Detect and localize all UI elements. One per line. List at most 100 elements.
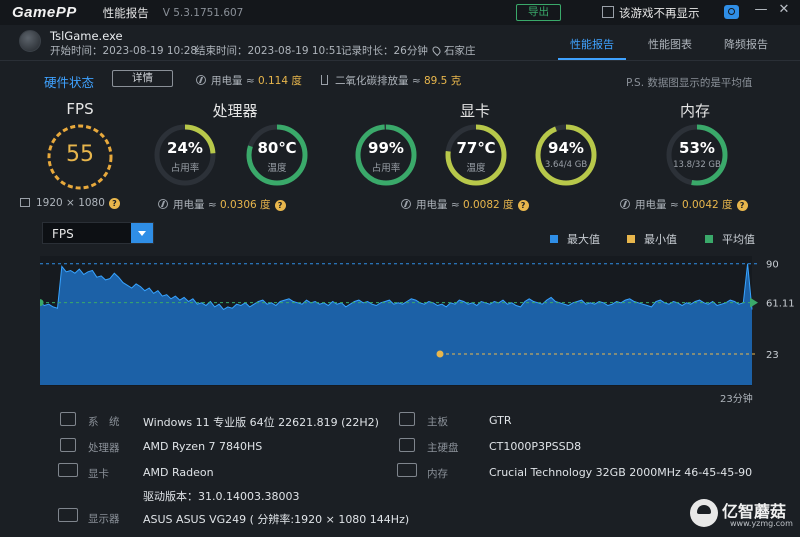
help-icon[interactable]: ? (517, 200, 529, 211)
gpu-usage-gauge: 99% 占用率 (353, 122, 419, 188)
start-time: 开始时间：2023-08-19 10:28 (50, 45, 198, 57)
flask-icon (321, 75, 328, 85)
legend-max-swatch (550, 235, 558, 243)
cpu-temp-gauge: 80℃ 温度 (244, 122, 310, 188)
vram-label: 3.64/4 GB (544, 160, 588, 170)
memory-power: 用电量 ≈ 0.0042 度? (620, 197, 748, 212)
windows-icon (60, 412, 76, 426)
cpu-temp-label: 温度 (267, 163, 287, 174)
fps-section-title: FPS (66, 100, 94, 118)
detail-button[interactable]: 详情 (112, 70, 173, 87)
watermark-logo-icon (690, 499, 718, 527)
gpu-temp-label: 温度 (466, 163, 486, 174)
version-label: V 5.3.1751.607 (162, 6, 244, 19)
cpu-section-title: 处理器 (212, 102, 258, 120)
minimize-button[interactable]: — (752, 2, 770, 17)
info-display-key: 显示器 (88, 513, 120, 525)
memory-value: 53% (679, 139, 715, 157)
info-gpu-key: 显卡 (88, 468, 109, 480)
cpu-usage-gauge: 24% 占用率 (152, 122, 218, 188)
location-text: 石家庄 (444, 45, 476, 57)
gpu-temp-gauge: 77℃ 温度 (443, 122, 509, 188)
total-power: 用电量 ≈ 0.114 度 (196, 73, 302, 88)
gpu-power: 用电量 ≈ 0.0082 度? (401, 197, 529, 212)
average-note: P.S. 数据图显示的是平均值 (626, 77, 753, 89)
hide-game-checkbox[interactable] (602, 6, 614, 18)
export-button[interactable]: 导出 (516, 4, 561, 21)
hardware-status-title: 硬件状态 (44, 75, 95, 90)
info-cpu-key: 处理器 (88, 442, 120, 454)
power-icon (620, 199, 630, 209)
cpu-usage-value: 24% (167, 139, 203, 157)
hide-game-label: 该游戏不再显示 (619, 6, 700, 20)
info-os-key: 系 统 (88, 416, 120, 428)
game-name: TslGame.exe (50, 29, 123, 43)
fps-chart: 90 61.11 23 (36, 256, 800, 386)
metric-select-value: FPS (52, 227, 74, 241)
memory-gauge: 53% 13.8/32 GB (664, 122, 730, 188)
tab-throttle-report[interactable]: 降频报告 (724, 36, 768, 52)
help-icon[interactable]: ? (108, 198, 120, 209)
cpu-usage-label: 占用率 (170, 163, 200, 174)
vram-value: 94% (548, 139, 584, 157)
power-icon (196, 75, 206, 85)
legend-avg-swatch (705, 235, 713, 243)
info-display-value: ASUS ASUS VG249 ( 分辨率:1920 × 1080 144Hz) (143, 513, 410, 526)
resolution: 1920 × 1080? (20, 197, 120, 209)
motherboard-icon (399, 412, 415, 426)
app-logo: GamePP (12, 4, 77, 21)
end-time: 结束时间：2023-08-19 10:51 (195, 45, 343, 57)
screenshot-icon[interactable] (724, 5, 739, 19)
min-marker (436, 350, 444, 358)
tab-performance-chart[interactable]: 性能图表 (648, 36, 692, 52)
legend-min-swatch (627, 235, 635, 243)
info-memory-key: 内存 (427, 468, 448, 480)
record-duration: 记录时长：26分钟 (341, 45, 428, 57)
vram-gauge: 94% 3.64/4 GB (533, 122, 599, 188)
cpu-temp-value: 80℃ (257, 139, 297, 157)
y-tick-label: 23 (766, 350, 779, 361)
window-title: 性能报告 (102, 5, 149, 20)
gpu-icon (58, 463, 78, 477)
power-icon (401, 199, 411, 209)
display-icon (58, 508, 78, 522)
chevron-down-icon[interactable] (131, 223, 153, 243)
cpu-power: 用电量 ≈ 0.0306 度? (158, 197, 286, 212)
watermark: 亿智蘑菇 www.yzmg.com (690, 497, 794, 533)
info-board-key: 主板 (427, 416, 448, 428)
gpu-temp-value: 77℃ (456, 139, 496, 157)
help-icon[interactable]: ? (274, 200, 286, 211)
info-os-value: Windows 11 专业版 64位 22621.819 (22H2) (143, 416, 379, 429)
fps-value: 55 (66, 142, 94, 167)
tab-performance-report[interactable]: 性能报告 (570, 36, 614, 52)
avg-arrow (750, 297, 758, 308)
header-divider (0, 60, 800, 61)
watermark-url: www.yzmg.com (730, 519, 793, 528)
gpu-section-title: 显卡 (459, 102, 490, 120)
disk-icon (399, 438, 415, 452)
y-tick-label: 90 (766, 260, 779, 271)
y-tick-label: 61.11 (766, 299, 795, 310)
info-board-value: GTR (489, 414, 512, 427)
info-driver-value: 驱动版本：31.0.14003.38003 (143, 490, 300, 503)
help-icon[interactable]: ? (736, 200, 748, 211)
chart-duration-label: 23分钟 (720, 394, 753, 405)
close-button[interactable]: ✕ (775, 2, 793, 17)
info-cpu-value: AMD Ryzen 7 7840HS (143, 440, 263, 453)
legend-avg: 平均值 (705, 231, 755, 247)
game-avatar (19, 30, 41, 52)
mem-section-title: 内存 (679, 102, 710, 120)
monitor-icon (20, 198, 30, 207)
memory-label: 13.8/32 GB (673, 160, 721, 170)
location-pin-icon (430, 44, 443, 57)
fps-chart-svg: 90 61.11 23 (36, 256, 795, 386)
location: 石家庄 (430, 43, 476, 58)
gpu-usage-label: 占用率 (371, 163, 401, 174)
power-icon (158, 199, 168, 209)
metric-select[interactable]: FPS (42, 222, 154, 244)
gpu-usage-value: 99% (368, 139, 404, 157)
legend-min: 最小值 (627, 231, 677, 247)
info-disk-key: 主硬盘 (427, 442, 459, 454)
info-memory-value: Crucial Technology 32GB 2000MHz 46-45-45… (489, 466, 753, 479)
info-disk-value: CT1000P3PSSD8 (489, 440, 582, 453)
